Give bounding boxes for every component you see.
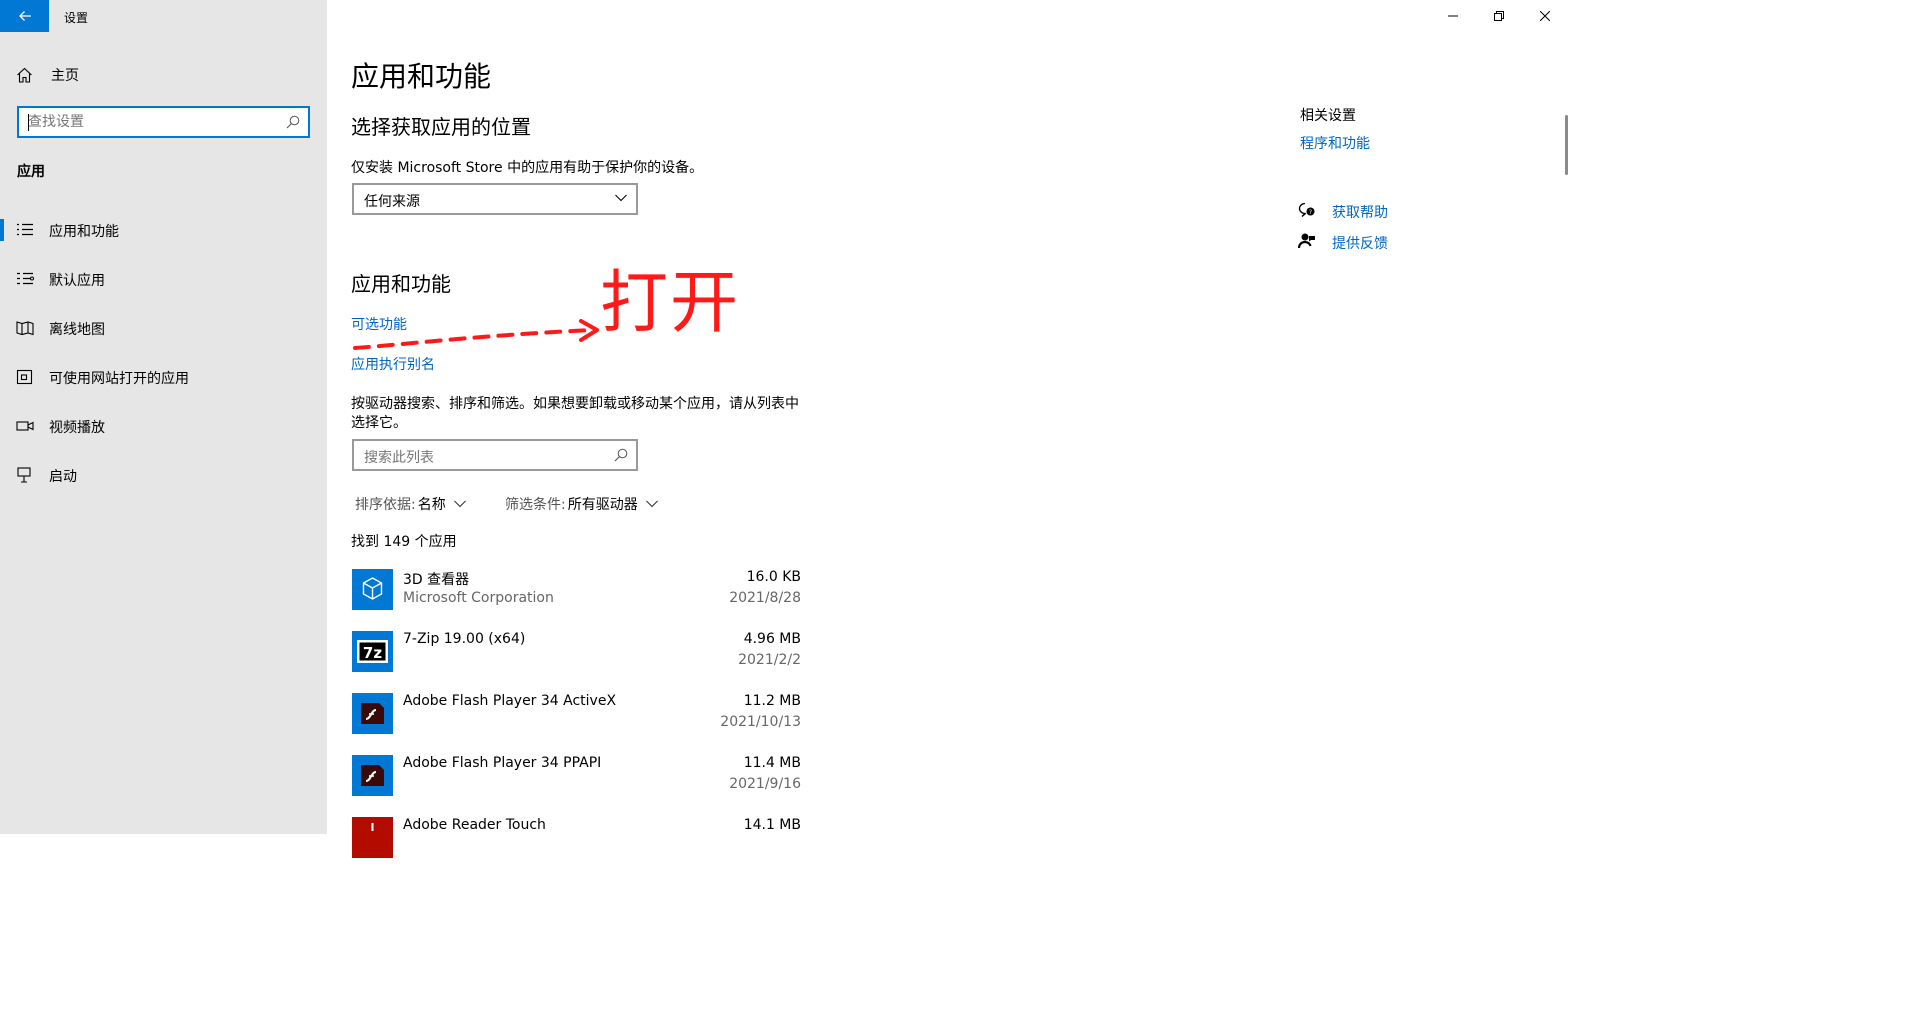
apps-heading: 应用和功能 [351, 272, 451, 296]
app-size: 11.4 MB [743, 755, 801, 771]
video-playback-icon [16, 421, 34, 431]
feedback-link[interactable]: 提供反馈 [1298, 233, 1388, 252]
search-icon[interactable] [286, 115, 300, 129]
app-name: Adobe Reader Touch [403, 817, 546, 833]
chevron-down-icon [645, 500, 658, 508]
filter-key: 筛选条件: [505, 497, 566, 513]
flash-player-icon [352, 755, 393, 796]
feedback-icon [1298, 233, 1315, 249]
app-source-dropdown[interactable]: 任何来源 [352, 183, 638, 215]
app-list-item[interactable]: 7z 7-Zip 19.00 (x64) 4.96 MB 2021/2/2 [351, 631, 801, 677]
titlebar-left: 设置 [0, 0, 327, 32]
sidebar-item-label: 可使用网站打开的应用 [49, 371, 189, 387]
app-date: 2021/8/28 [729, 590, 801, 606]
back-arrow-icon [18, 11, 31, 21]
annotation-arrow [353, 319, 599, 350]
app-name: 7-Zip 19.00 (x64) [403, 631, 526, 647]
app-date: 2021/10/13 [720, 714, 801, 730]
sidebar-home[interactable]: 主页 [16, 64, 79, 86]
get-help-icon: ? [1298, 202, 1315, 217]
app-date: 2021/9/16 [729, 776, 801, 792]
app-count: 找到 149 个应用 [351, 534, 457, 550]
app-title: 设置 [64, 11, 89, 25]
app-size: 11.2 MB [743, 693, 801, 709]
scrollbar-thumb[interactable] [1565, 115, 1568, 175]
filter-value: 所有驱动器 [567, 497, 638, 513]
app-size: 14.1 MB [743, 817, 801, 833]
related-settings-heading: 相关设置 [1300, 108, 1356, 124]
search-icon[interactable] [614, 448, 628, 462]
app-list-item[interactable]: Adobe Flash Player 34 PPAPI 11.4 MB 2021… [351, 755, 801, 801]
minimize-icon [1448, 15, 1458, 17]
apps-description-line2: 选择它。 [351, 415, 407, 431]
svg-text:?: ? [1309, 209, 1312, 216]
page-title: 应用和功能 [351, 60, 492, 93]
sidebar-item-label: 视频播放 [49, 420, 105, 436]
svg-text:7z: 7z [363, 644, 382, 662]
default-apps-icon [17, 272, 34, 285]
app-date: 2021/2/2 [738, 652, 801, 668]
home-icon [17, 67, 32, 83]
close-icon [1540, 11, 1550, 21]
offline-maps-icon [16, 321, 34, 336]
restore-icon [1494, 11, 1504, 21]
apps-for-websites-icon [16, 369, 33, 385]
get-help-link[interactable]: ? 获取帮助 [1298, 202, 1388, 221]
search-placeholder: 搜索此列表 [364, 450, 434, 466]
sidebar-item-apps-for-websites[interactable]: 可使用网站打开的应用 [0, 357, 327, 397]
programs-features-link[interactable]: 程序和功能 [1300, 133, 1370, 153]
app-list-item[interactable]: Adobe Reader Touch 14.1 MB [351, 817, 801, 863]
get-help-label: 获取帮助 [1332, 205, 1388, 221]
filter-dropdown[interactable]: 筛选条件: 所有驱动器 [505, 494, 658, 514]
location-description: 仅安装 Microsoft Store 中的应用有助于保护你的设备。 [351, 160, 704, 176]
sidebar-item-default-apps[interactable]: 默认应用 [0, 259, 327, 299]
close-button[interactable] [1522, 0, 1568, 32]
location-heading: 选择获取应用的位置 [351, 115, 531, 139]
minimize-button[interactable] [1430, 0, 1476, 32]
apps-list-icon [17, 223, 33, 236]
sidebar-section-header: 应用 [17, 164, 45, 180]
text-caret [28, 114, 29, 131]
dropdown-value: 任何来源 [364, 194, 420, 210]
annotation-text: 打开 [600, 264, 741, 343]
sort-key: 排序依据: [355, 497, 416, 513]
app-publisher: Microsoft Corporation [403, 590, 554, 606]
app-name: Adobe Flash Player 34 ActiveX [403, 693, 617, 709]
adobe-reader-icon [352, 817, 393, 858]
feedback-label: 提供反馈 [1332, 236, 1388, 252]
apps-description-line1: 按驱动器搜索、排序和筛选。如果想要卸载或移动某个应用，请从列表中 [351, 396, 799, 412]
flash-player-icon [352, 693, 393, 734]
settings-search-input[interactable] [28, 114, 278, 130]
app-list-item[interactable]: 3D 查看器 Microsoft Corporation 16.0 KB 202… [351, 569, 801, 615]
startup-icon [17, 467, 31, 483]
app-name: 3D 查看器 [403, 572, 470, 588]
sidebar-item-label: 默认应用 [49, 273, 105, 289]
app-list-search-input[interactable]: 搜索此列表 [352, 439, 638, 471]
sort-value: 名称 [417, 497, 446, 513]
chevron-down-icon [453, 500, 466, 508]
active-indicator [0, 219, 4, 241]
sidebar-item-label: 启动 [49, 469, 77, 485]
main-content: 应用和功能 选择获取应用的位置 仅安装 Microsoft Store 中的应用… [327, 0, 1568, 858]
app-size: 4.96 MB [743, 631, 801, 647]
7zip-icon: 7z [352, 631, 393, 672]
sort-dropdown[interactable]: 排序依据: 名称 [355, 494, 466, 514]
app-size: 16.0 KB [746, 569, 801, 585]
sidebar-item-label: 应用和功能 [49, 224, 119, 240]
chevron-down-icon [615, 194, 627, 202]
sidebar-item-label: 离线地图 [49, 322, 105, 338]
sidebar-item-video-playback[interactable]: 视频播放 [0, 406, 327, 446]
restore-button[interactable] [1476, 0, 1522, 32]
sidebar-item-offline-maps[interactable]: 离线地图 [0, 308, 327, 348]
app-list-item[interactable]: Adobe Flash Player 34 ActiveX 11.2 MB 20… [351, 693, 801, 739]
sidebar: 设置 主页 应用 应用和功能 默认应用 离线地图 [0, 0, 327, 834]
home-label: 主页 [51, 68, 79, 84]
sidebar-item-startup[interactable]: 启动 [0, 455, 327, 495]
settings-search-box[interactable] [17, 106, 310, 138]
3d-viewer-icon [352, 569, 393, 610]
sidebar-item-apps-features[interactable]: 应用和功能 [0, 210, 327, 250]
back-button[interactable] [0, 0, 49, 32]
app-name: Adobe Flash Player 34 PPAPI [403, 755, 602, 771]
